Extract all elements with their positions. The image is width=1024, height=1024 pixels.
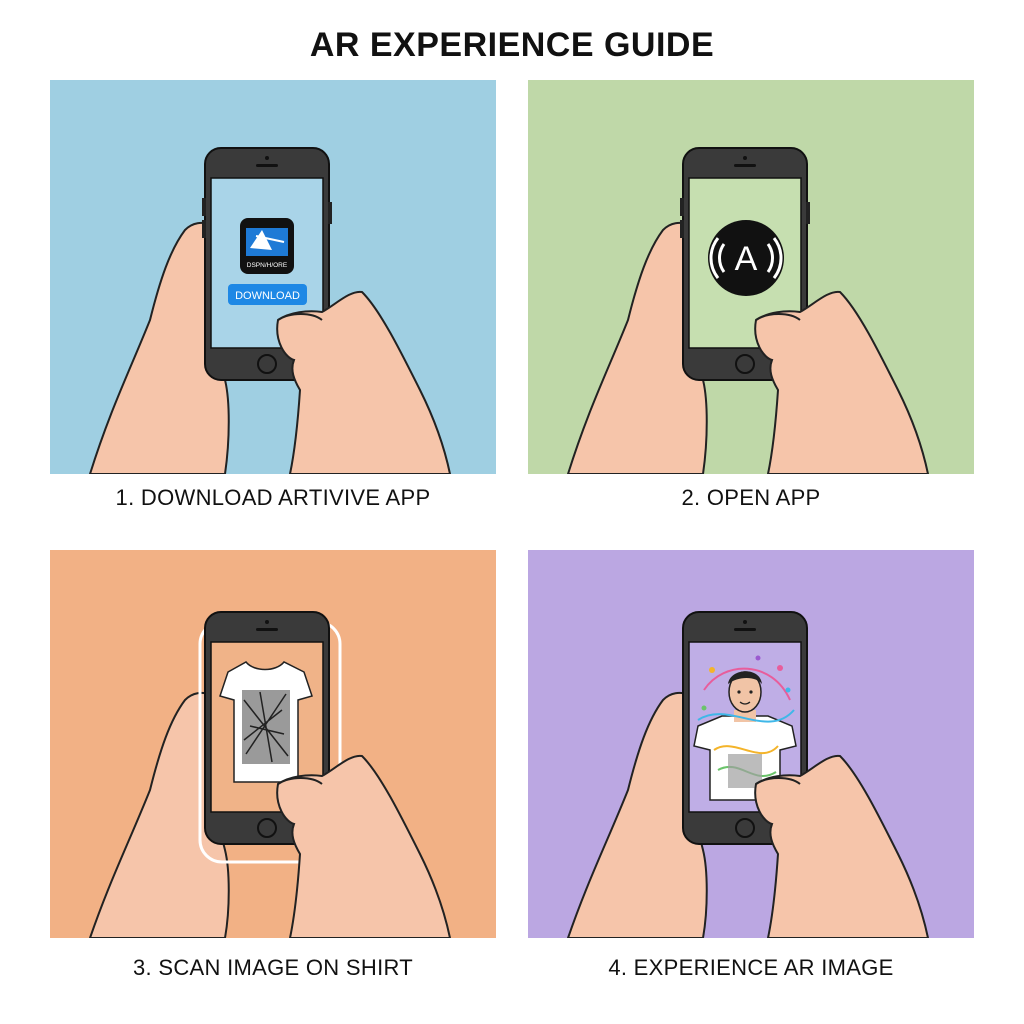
page-title: AR EXPERIENCE GUIDE bbox=[309, 26, 715, 64]
download-button[interactable]: DOWNLOAD bbox=[228, 284, 307, 305]
step-4-panel bbox=[528, 550, 974, 944]
logo-letter: A bbox=[735, 240, 758, 278]
step-3-caption: 3. SCAN IMAGE ON SHIRT bbox=[132, 955, 414, 980]
app-name-label: DSPN/H/ORE bbox=[247, 262, 288, 269]
step-3-panel bbox=[50, 550, 496, 944]
artivive-logo-icon[interactable]: A bbox=[708, 220, 784, 296]
step-2-panel: A bbox=[528, 80, 974, 474]
step-4-caption: 4. EXPERIENCE AR IMAGE bbox=[608, 955, 894, 980]
step-2-caption: 2. OPEN APP bbox=[681, 485, 821, 510]
step-1-panel: DSPN/H/ORE DOWNLOAD bbox=[50, 80, 496, 474]
step-1-caption: 1. DOWNLOAD ARTIVIVE APP bbox=[115, 485, 431, 510]
tshirt-geometric-print bbox=[219, 661, 313, 783]
download-button-label: DOWNLOAD bbox=[235, 290, 300, 302]
